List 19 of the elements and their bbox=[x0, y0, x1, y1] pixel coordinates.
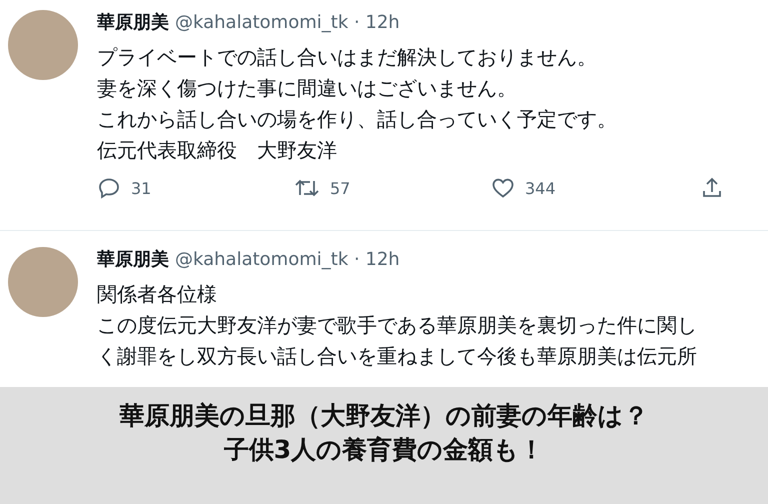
tweet-text-line: プライベートでの話し合いはまだ解決しておりません。 bbox=[97, 44, 598, 71]
tweet-text-line: く謝罪をし双方長い話し合いを重ねまして今後も華原朋美は伝元所 bbox=[97, 343, 698, 370]
handle-and-time: @kahalatomomi_tk · 12h bbox=[175, 12, 400, 33]
tweet-text-line: 関係者各位様 bbox=[97, 281, 218, 308]
retweet-count: 57 bbox=[330, 178, 350, 198]
tweet-text-line: この度伝元大野友洋が妻で歌手である華原朋美を裏切った件に関し bbox=[97, 312, 698, 339]
tweet-text-line: 伝元代表取締役 大野友洋 bbox=[97, 137, 338, 164]
caption-title-line: 華原朋美の旦那（大野友洋）の前妻の年齢は？ bbox=[120, 400, 648, 432]
author-name: 華原朋美 bbox=[97, 11, 169, 34]
handle-and-time: @kahalatomomi_tk · 12h bbox=[175, 249, 400, 270]
caption-title-line: 子供3人の養育費の金額も！ bbox=[224, 434, 544, 466]
heart-icon[interactable] bbox=[491, 176, 515, 200]
reply-count: 31 bbox=[131, 178, 152, 198]
like-count: 344 bbox=[525, 178, 556, 198]
reply-icon[interactable] bbox=[97, 176, 121, 200]
tweet-text-line: これから話し合いの場を作り、話し合っていく予定です。 bbox=[97, 106, 618, 133]
share-icon[interactable] bbox=[700, 176, 724, 200]
tweet-text-line: 妻を深く傷つけた事に間違いはございません。 bbox=[97, 75, 518, 102]
author-name: 華原朋美 bbox=[97, 248, 169, 271]
